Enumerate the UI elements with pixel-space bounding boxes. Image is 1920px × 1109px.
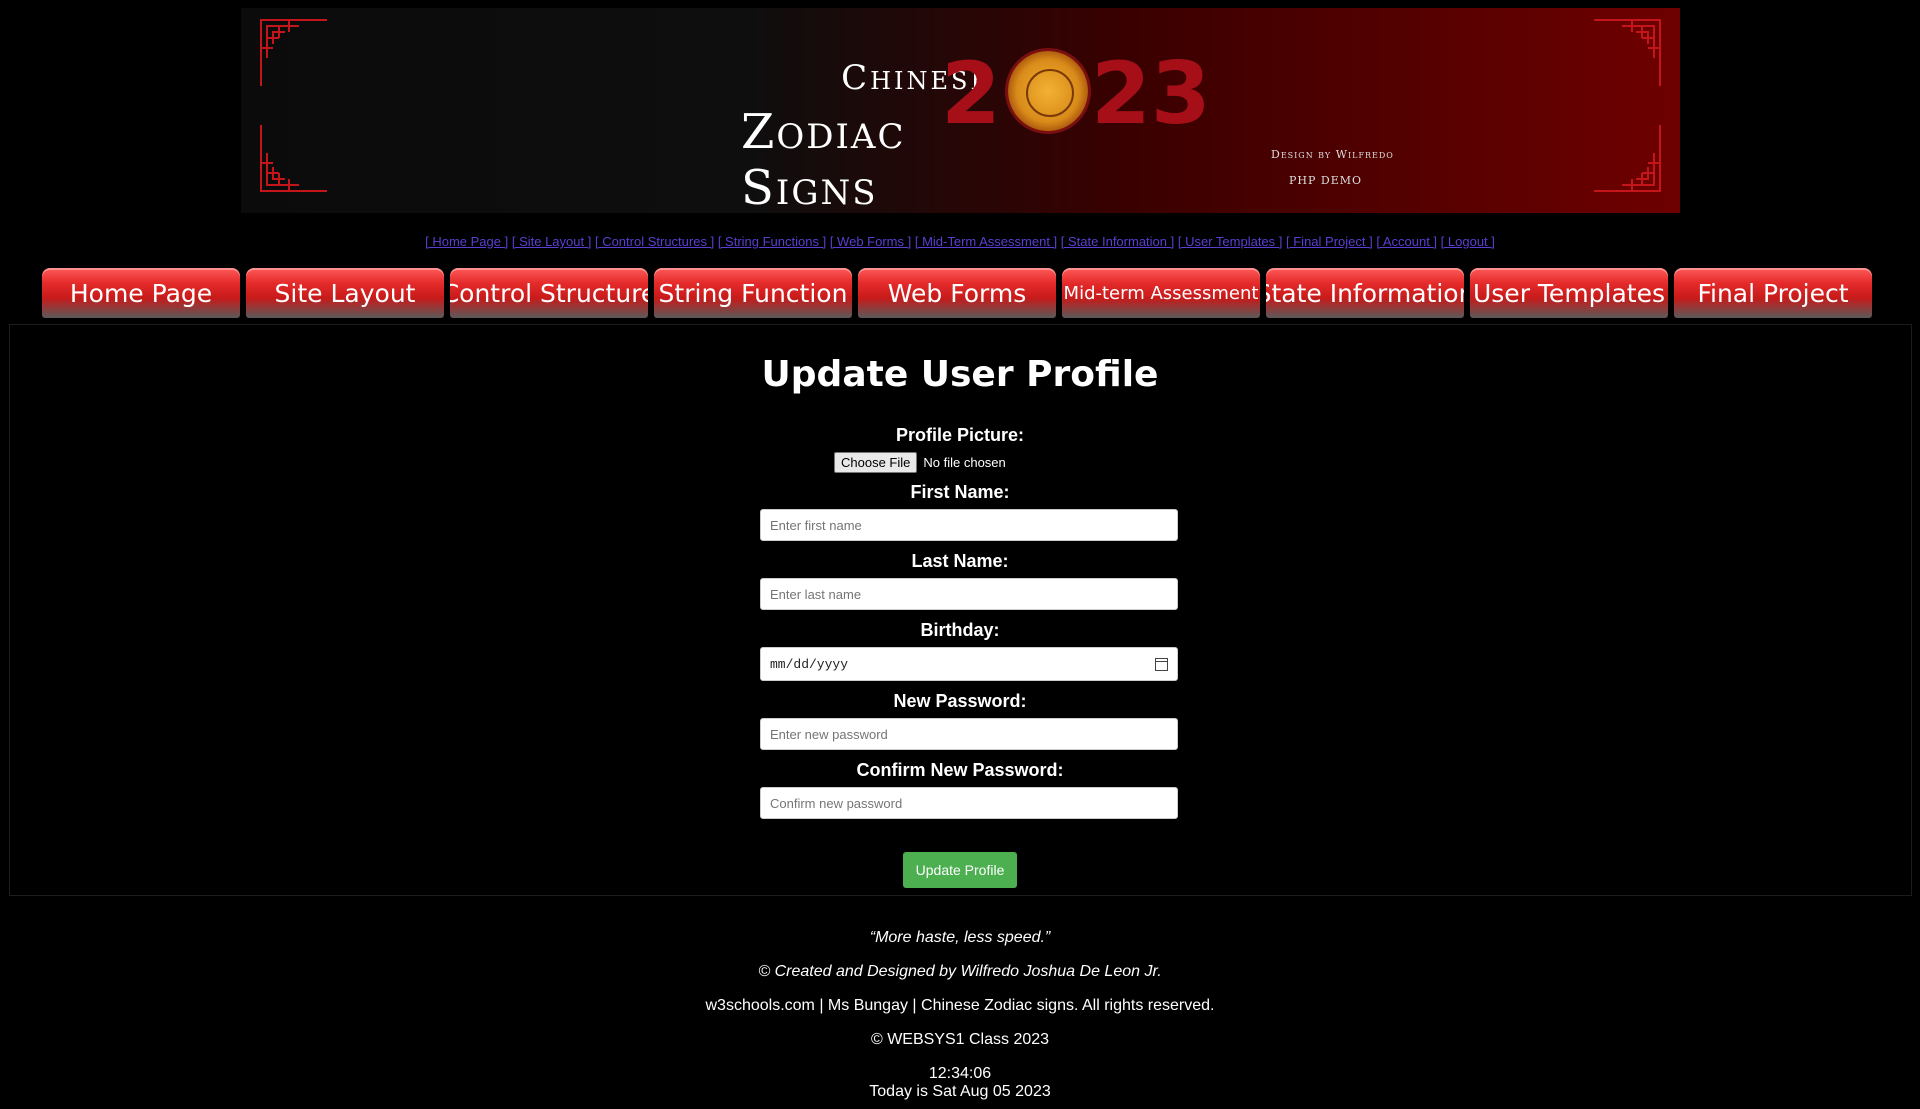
last-name-label: Last Name:	[911, 551, 1009, 571]
text-link-user-templates[interactable]: [ User Templates ]	[1178, 234, 1283, 249]
site-banner: Chinese Zodiac Signs 2 23 Design by Wilf…	[241, 8, 1680, 213]
lattice-corner-icon	[260, 19, 327, 86]
banner-year: 2 23	[941, 44, 1241, 144]
text-link-string-functions[interactable]: [ String Functions ]	[718, 234, 826, 249]
text-link-account[interactable]: [ Account ]	[1376, 234, 1437, 249]
tab-home-page[interactable]: Home Page	[42, 268, 240, 318]
tab-state-information[interactable]: State Information	[1266, 268, 1464, 318]
footer-date: Today is Sat Aug 05 2023	[869, 1083, 1051, 1100]
text-link-final-project[interactable]: [ Final Project ]	[1286, 234, 1373, 249]
banner-design-credit: Design by Wilfredo	[1271, 148, 1394, 161]
new-password-field[interactable]: Enter new password	[760, 718, 1178, 750]
birthday-field[interactable]: mm/dd/yyyy	[760, 647, 1178, 681]
lattice-corner-icon	[1594, 19, 1661, 86]
banner-php-demo: PHP DEMO	[1289, 174, 1363, 187]
tab-final-project[interactable]: Final Project	[1674, 268, 1872, 318]
text-link-logout[interactable]: [ Logout ]	[1441, 234, 1495, 249]
footer-quote: “More haste, less speed.”	[869, 929, 1051, 946]
tab-control-structure[interactable]: Control Structure	[450, 268, 648, 318]
new-password-label: New Password:	[893, 691, 1027, 711]
profile-picture-upload: Choose File No file chosen	[834, 452, 1006, 473]
text-link-midterm[interactable]: [ Mid-Term Assessment ]	[915, 234, 1057, 249]
text-nav: [ Home Page ] [ Site Layout ] [ Control …	[0, 234, 1920, 249]
choose-file-button[interactable]: Choose File	[834, 452, 918, 473]
banner-year-digits: 23	[1091, 44, 1211, 144]
profile-picture-label: Profile Picture:	[895, 425, 1025, 445]
first-name-field[interactable]: Enter first name	[760, 509, 1178, 541]
confirm-password-label: Confirm New Password:	[856, 760, 1064, 780]
text-link-web-forms[interactable]: [ Web Forms ]	[830, 234, 911, 249]
banner-year-digit: 2	[941, 44, 1001, 144]
birthday-value: mm/dd/yyyy	[770, 656, 849, 672]
text-link-home[interactable]: [ Home Page ]	[425, 234, 508, 249]
tab-string-function[interactable]: String Function	[654, 268, 852, 318]
lattice-corner-icon	[260, 125, 327, 192]
confirm-password-field[interactable]: Confirm new password	[760, 787, 1178, 819]
calendar-icon[interactable]	[1155, 657, 1168, 671]
file-status: No file chosen	[923, 455, 1006, 470]
footer-time: 12:34:06	[928, 1065, 992, 1082]
tab-site-layout[interactable]: Site Layout	[246, 268, 444, 318]
rabbit-medallion-icon	[1008, 51, 1088, 131]
tab-nav: Home Page Site Layout Control Structure …	[42, 268, 1872, 318]
last-name-field[interactable]: Enter last name	[760, 578, 1178, 610]
birthday-label: Birthday:	[920, 620, 1000, 640]
tab-user-templates[interactable]: User Templates	[1470, 268, 1668, 318]
footer-class: © WEBSYS1 Class 2023	[870, 1031, 1050, 1048]
tab-web-forms[interactable]: Web Forms	[858, 268, 1056, 318]
first-name-label: First Name:	[910, 482, 1010, 502]
footer-credit: © Created and Designed by Wilfredo Joshu…	[758, 963, 1162, 980]
text-link-state-information[interactable]: [ State Information ]	[1061, 234, 1174, 249]
text-link-control-structures[interactable]: [ Control Structures ]	[595, 234, 714, 249]
text-link-site-layout[interactable]: [ Site Layout ]	[512, 234, 592, 249]
page-title: Update User Profile	[761, 354, 1159, 395]
lattice-corner-icon	[1594, 125, 1661, 192]
update-profile-button[interactable]: Update Profile	[903, 852, 1017, 888]
tab-midterm-assessment[interactable]: Mid-term Assessment	[1062, 268, 1260, 318]
footer-rights: w3schools.com | Ms Bungay | Chinese Zodi…	[705, 997, 1215, 1014]
